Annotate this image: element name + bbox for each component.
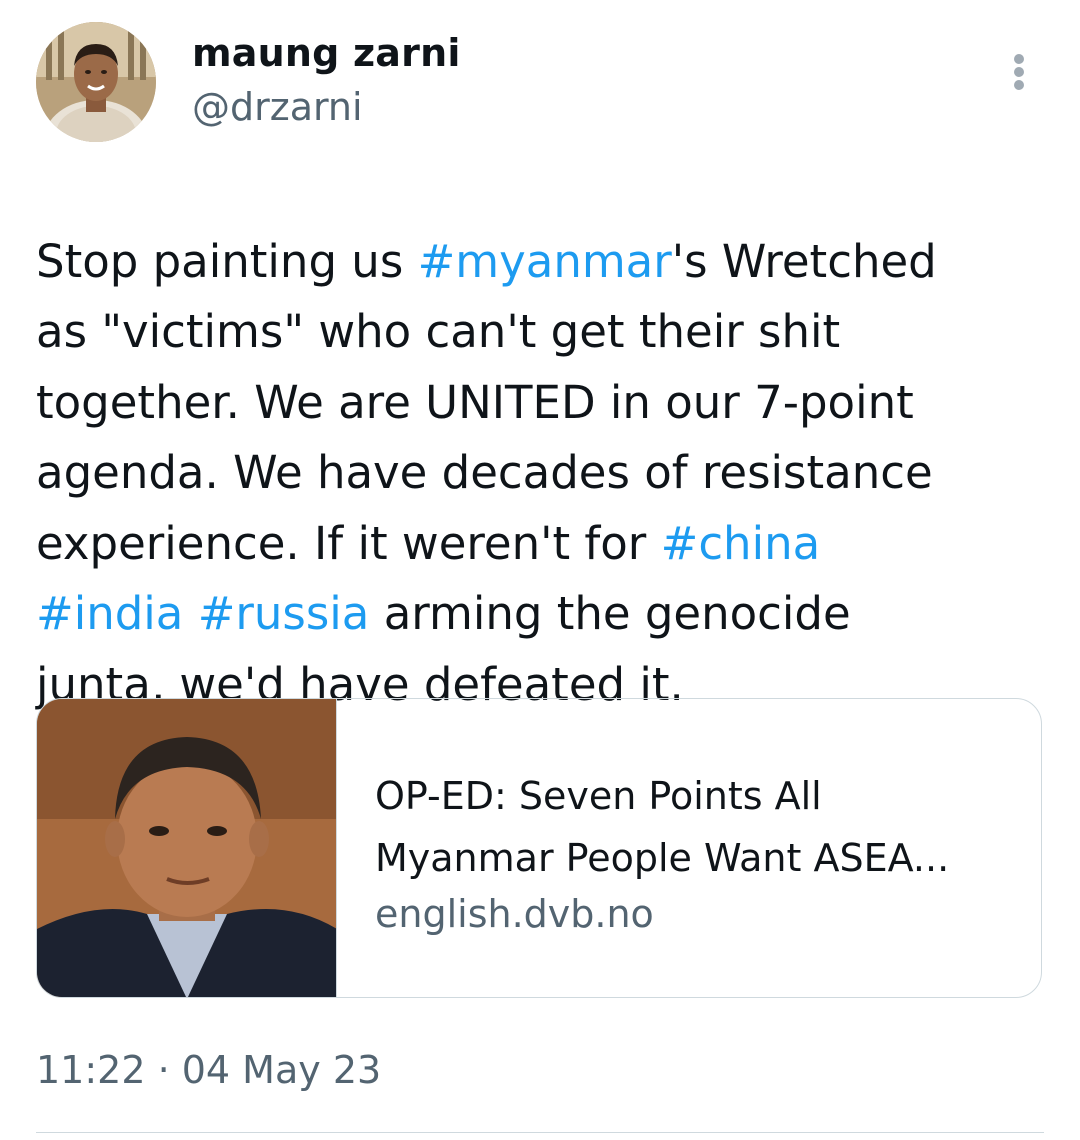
more-vertical-icon[interactable] [1004, 50, 1036, 94]
divider [36, 1132, 1044, 1133]
author-name[interactable]: maung zarni [192, 30, 461, 76]
tweet-container: maung zarni @drzarni Stop painting us #m… [0, 0, 1080, 1140]
tweet-text: Stop painting us #myanmar's Wretched as … [36, 156, 1046, 720]
link-card-domain: english.dvb.no [375, 892, 654, 936]
avatar-photo [36, 22, 156, 142]
hashtag-link[interactable]: #india [36, 587, 183, 640]
tweet-text-segment [183, 587, 197, 640]
card-photo [37, 699, 336, 997]
tweet-timestamp[interactable]: 11:22 · 04 May 23 [36, 1040, 381, 1100]
hashtag-link[interactable]: #myanmar [418, 235, 672, 288]
author-handle[interactable]: @drzarni [192, 84, 363, 130]
link-preview-card[interactable]: OP-ED: Seven Points All Myanmar People W… [36, 698, 1042, 998]
hashtag-link[interactable]: #russia [198, 587, 370, 640]
link-card-title: OP-ED: Seven Points All Myanmar People W… [375, 774, 950, 880]
hashtag-link[interactable]: #china [661, 517, 821, 570]
avatar[interactable] [36, 22, 156, 142]
tweet-text-segment: Stop painting us [36, 234, 418, 288]
link-card-thumbnail [37, 699, 337, 997]
